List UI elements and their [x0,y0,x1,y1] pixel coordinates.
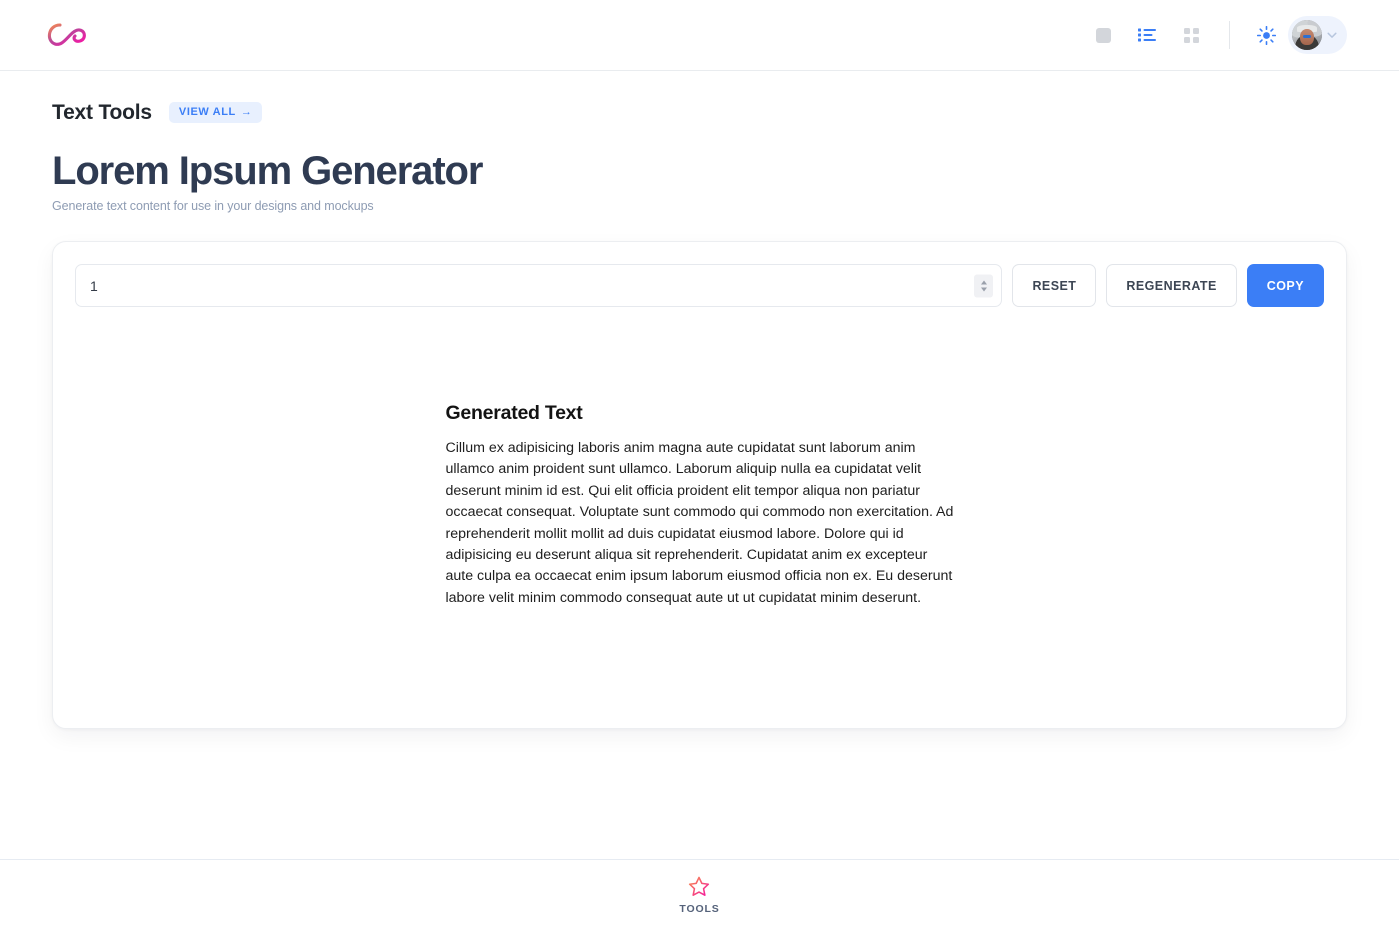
copy-button[interactable]: COPY [1246,264,1324,307]
account-menu-button[interactable] [1288,16,1347,54]
brand-logo[interactable] [44,15,90,55]
paragraph-count-field[interactable] [75,264,1003,307]
page-subtitle: Generate text content for use in your de… [52,199,374,213]
list-view-icon [1138,28,1156,42]
generated-text-heading: Generated Text [445,402,583,424]
app-header [0,0,1399,71]
chevron-down-icon [1327,32,1337,38]
app-footer: TOOLS [0,859,1399,931]
view-all-label: VIEW ALL [178,106,236,118]
avatar [1292,20,1322,50]
reset-button[interactable]: RESET [1012,264,1097,307]
stepper-down-icon[interactable] [980,287,987,291]
category-title: Text Tools [52,101,152,124]
footer-nav-label: TOOLS [679,903,720,915]
tool-controls: RESET REGENERATE COPY [75,264,1324,307]
breadcrumb: Text Tools VIEW ALL → [52,71,1347,123]
grid-view-button[interactable] [1169,13,1213,57]
theme-toggle-button[interactable] [1244,13,1288,57]
page-title: Lorem Ipsum Generator [52,149,483,193]
tool-card: RESET REGENERATE COPY Generated Text Cil… [52,241,1347,729]
star-outline-icon [689,876,710,896]
paragraph-count-input[interactable] [90,265,988,306]
generated-text-body: Cillum ex adipisicing laboris anim magna… [445,440,954,606]
placeholder-square-button[interactable] [1081,13,1125,57]
stepper-up-icon[interactable] [980,280,987,284]
view-all-button[interactable]: VIEW ALL → [168,102,263,123]
placeholder-square-icon [1095,27,1111,43]
footer-nav-tools[interactable]: TOOLS [679,876,719,915]
generated-text-block: Generated Text Cillum ex adipisicing lab… [446,402,954,609]
header-actions [1081,13,1347,57]
regenerate-button[interactable]: REGENERATE [1106,264,1237,307]
main-content: Text Tools VIEW ALL → Lorem Ipsum Genera… [0,71,1399,859]
app-root: Text Tools VIEW ALL → Lorem Ipsum Genera… [0,0,1399,931]
grid-view-icon [1183,27,1199,43]
list-view-button[interactable] [1125,13,1169,57]
number-stepper[interactable] [974,274,994,297]
arrow-right-icon: → [240,106,253,118]
infinity-swoosh-logo [44,19,90,51]
theme-sun-icon [1256,25,1276,45]
header-divider [1229,21,1230,49]
